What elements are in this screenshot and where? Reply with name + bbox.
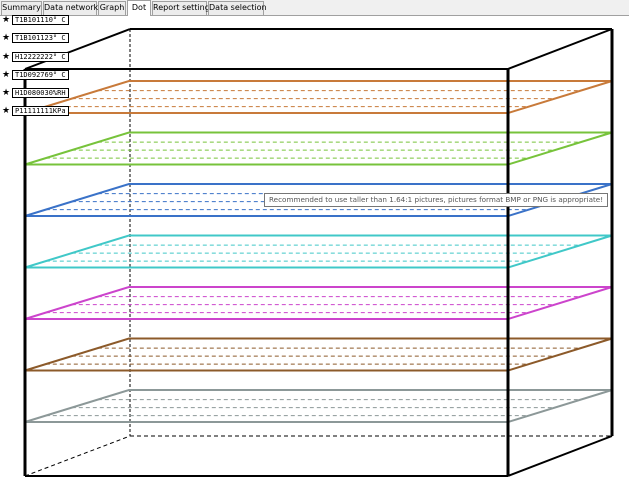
- floor-outline: [24, 80, 613, 114]
- star-icon: ★: [2, 87, 11, 98]
- floor-layer: [24, 337, 613, 372]
- floor-layer: [24, 234, 613, 269]
- star-icon: ★: [2, 105, 11, 116]
- floor-outline: [24, 234, 613, 269]
- floor-layer: [24, 286, 613, 320]
- star-icon: ★: [2, 32, 11, 43]
- sensor-item[interactable]: ★ P11111111KPa: [2, 105, 69, 116]
- floor-outline: [24, 389, 613, 423]
- sensor-label: T1B101123° C: [12, 32, 69, 43]
- floor-layer: [24, 131, 613, 166]
- tab-dot[interactable]: Dot: [127, 0, 151, 16]
- sensor-label: P11111111KPa: [12, 105, 69, 116]
- floor-layer: [24, 389, 613, 423]
- sensor-item[interactable]: ★ T1B101123° C: [2, 32, 69, 43]
- sensor-label: H1D080030%RH: [12, 87, 69, 98]
- floor-layer: [24, 80, 613, 114]
- top-right-edge: [507, 28, 613, 70]
- sensor-label: T1D092769° C: [12, 69, 69, 80]
- floor-outline: [24, 337, 613, 372]
- sensor-item[interactable]: ★ H1D080030%RH: [2, 87, 69, 98]
- tooltip: Recommended to use taller than 1.64:1 pi…: [264, 193, 609, 207]
- star-icon: ★: [2, 51, 11, 62]
- tab-bar: Summary Data network Graph Dot Report se…: [0, 0, 629, 16]
- star-icon: ★: [2, 14, 11, 25]
- tab-report-setting[interactable]: Report setting: [152, 1, 210, 15]
- tab-data-selection[interactable]: Data selection: [208, 1, 267, 15]
- floor-outline: [24, 286, 613, 320]
- tab-summary[interactable]: Summary: [1, 1, 42, 15]
- sensor-item[interactable]: ★ T1D092769° C: [2, 69, 69, 80]
- star-icon: ★: [2, 69, 11, 80]
- sensor-label: T1B101110° C: [12, 14, 69, 25]
- building-3d-view: [23, 28, 614, 477]
- tab-data-network[interactable]: Data network: [43, 1, 98, 15]
- tab-graph[interactable]: Graph: [98, 1, 126, 15]
- sensor-label: H12222222° C: [12, 51, 69, 62]
- bottom-left-back-edge: [24, 435, 131, 477]
- sensor-item[interactable]: ★ H12222222° C: [2, 51, 69, 62]
- floor-outline: [24, 131, 613, 166]
- sensor-item[interactable]: ★ T1B101110° C: [2, 14, 69, 25]
- bottom-right-edge: [507, 435, 613, 477]
